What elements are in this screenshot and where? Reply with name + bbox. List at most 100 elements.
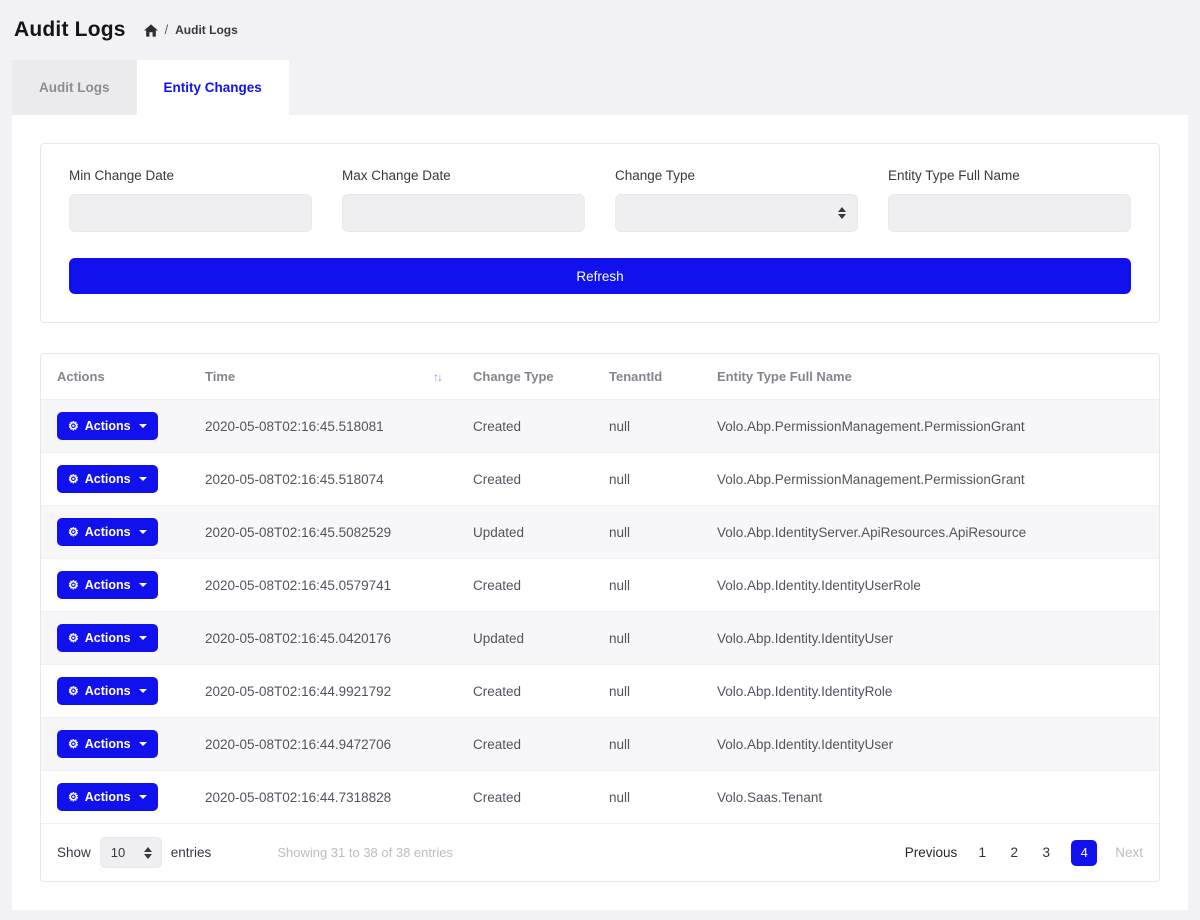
entity-changes-panel: Min Change Date Max Change Date Change T… xyxy=(12,115,1188,910)
caret-down-icon xyxy=(139,795,147,799)
entity-type-input[interactable] xyxy=(888,194,1131,232)
cell-change-type: Created xyxy=(457,771,593,824)
actions-button-label: Actions xyxy=(85,684,131,698)
table-row: ⚙Actions 2020-05-08T02:16:45.0420176 Upd… xyxy=(41,612,1159,665)
page-size-value: 10 xyxy=(111,845,125,860)
table-row: ⚙Actions 2020-05-08T02:16:45.518074 Crea… xyxy=(41,453,1159,506)
caret-down-icon xyxy=(139,477,147,481)
cell-time: 2020-05-08T02:16:45.0579741 xyxy=(189,559,457,612)
caret-down-icon xyxy=(139,689,147,693)
home-icon[interactable] xyxy=(144,24,158,37)
actions-button-label: Actions xyxy=(85,419,131,433)
cell-change-type: Updated xyxy=(457,612,593,665)
cell-time: 2020-05-08T02:16:45.5082529 xyxy=(189,506,457,559)
breadcrumb-current: Audit Logs xyxy=(175,23,238,37)
entity-changes-table-card: Actions Time ↑↓ Change Type TenantId Ent… xyxy=(40,353,1160,882)
cell-entity-type: Volo.Abp.PermissionManagement.Permission… xyxy=(701,400,1159,453)
actions-button-label: Actions xyxy=(85,525,131,539)
min-change-date-input[interactable] xyxy=(69,194,312,232)
show-label: Show xyxy=(57,845,91,860)
column-header-actions: Actions xyxy=(41,354,189,400)
max-change-date-input[interactable] xyxy=(342,194,585,232)
column-header-time-label: Time xyxy=(205,369,235,384)
change-type-select[interactable] xyxy=(615,194,858,232)
pagination-page-4[interactable]: 4 xyxy=(1071,840,1097,866)
cell-tenant-id: null xyxy=(593,771,701,824)
column-header-entity-type: Entity Type Full Name xyxy=(701,354,1159,400)
cell-time: 2020-05-08T02:16:45.518074 xyxy=(189,453,457,506)
cell-tenant-id: null xyxy=(593,612,701,665)
actions-dropdown-button[interactable]: ⚙ Actions xyxy=(57,412,158,440)
actions-dropdown-button[interactable]: ⚙Actions xyxy=(57,677,158,705)
column-header-change-type: Change Type xyxy=(457,354,593,400)
cell-change-type: Created xyxy=(457,665,593,718)
page-size-select[interactable]: 10 xyxy=(100,837,162,868)
select-arrows-icon xyxy=(144,847,152,859)
cell-change-type: Created xyxy=(457,718,593,771)
cell-tenant-id: null xyxy=(593,453,701,506)
column-header-time[interactable]: Time ↑↓ xyxy=(189,354,457,400)
tab-audit-logs[interactable]: Audit Logs xyxy=(12,60,137,115)
tab-entity-changes[interactable]: Entity Changes xyxy=(137,60,289,115)
caret-down-icon xyxy=(139,583,147,587)
page-title: Audit Logs xyxy=(14,18,126,42)
gear-icon: ⚙ xyxy=(68,420,79,432)
cell-entity-type: Volo.Saas.Tenant xyxy=(701,771,1159,824)
table-row: ⚙ Actions 2020-05-08T02:16:44.9472706 Cre… xyxy=(41,718,1159,771)
caret-down-icon xyxy=(139,424,147,428)
actions-button-label: Actions xyxy=(85,631,131,645)
cell-tenant-id: null xyxy=(593,665,701,718)
entity-type-label: Entity Type Full Name xyxy=(888,168,1131,183)
cell-time: 2020-05-08T02:16:44.7318828 xyxy=(189,771,457,824)
pagination-page-3[interactable]: 3 xyxy=(1039,845,1053,860)
actions-dropdown-button[interactable]: ⚙Actions xyxy=(57,518,158,546)
actions-button-label: Actions xyxy=(85,472,131,486)
table-row: ⚙Actions 2020-05-08T02:16:44.7318828 Cre… xyxy=(41,771,1159,824)
gear-icon: ⚙ xyxy=(68,738,79,750)
cell-change-type: Created xyxy=(457,559,593,612)
cell-time: 2020-05-08T02:16:45.0420176 xyxy=(189,612,457,665)
cell-entity-type: Volo.Abp.Identity.IdentityUser xyxy=(701,718,1159,771)
cell-time: 2020-05-08T02:16:44.9472706 xyxy=(189,718,457,771)
cell-change-type: Updated xyxy=(457,506,593,559)
change-type-label: Change Type xyxy=(615,168,858,183)
cell-tenant-id: null xyxy=(593,400,701,453)
caret-down-icon xyxy=(139,530,147,534)
refresh-button[interactable]: Refresh xyxy=(69,258,1131,294)
actions-dropdown-button[interactable]: ⚙Actions xyxy=(57,783,158,811)
breadcrumb: / Audit Logs xyxy=(144,23,238,37)
gear-icon: ⚙ xyxy=(68,791,79,803)
cell-tenant-id: null xyxy=(593,718,701,771)
pagination-next[interactable]: Next xyxy=(1115,845,1143,860)
cell-tenant-id: null xyxy=(593,559,701,612)
actions-button-label: Actions xyxy=(85,578,131,592)
page-header: Audit Logs / Audit Logs xyxy=(0,0,1200,56)
pagination: Previous 1 2 3 4 Next xyxy=(905,840,1143,866)
pagination-page-2[interactable]: 2 xyxy=(1007,845,1021,860)
cell-entity-type: Volo.Abp.Identity.IdentityUserRole xyxy=(701,559,1159,612)
table-row: ⚙Actions 2020-05-08T02:16:45.5082529 Upd… xyxy=(41,506,1159,559)
sort-icon[interactable]: ↑↓ xyxy=(433,370,441,384)
cell-time: 2020-05-08T02:16:44.9921792 xyxy=(189,665,457,718)
cell-change-type: Created xyxy=(457,453,593,506)
table-row: ⚙Actions 2020-05-08T02:16:45.0579741 Cre… xyxy=(41,559,1159,612)
actions-dropdown-button[interactable]: ⚙Actions xyxy=(57,571,158,599)
caret-down-icon xyxy=(139,636,147,640)
entries-label: entries xyxy=(171,845,212,860)
actions-dropdown-button[interactable]: ⚙Actions xyxy=(57,465,158,493)
column-header-tenant-id: TenantId xyxy=(593,354,701,400)
pagination-previous[interactable]: Previous xyxy=(905,845,958,860)
actions-button-label: Actions xyxy=(85,737,131,751)
actions-dropdown-button[interactable]: ⚙ Actions xyxy=(57,730,158,758)
table-row: ⚙Actions 2020-05-08T02:16:44.9921792 Cre… xyxy=(41,665,1159,718)
cell-time: 2020-05-08T02:16:45.518081 xyxy=(189,400,457,453)
breadcrumb-separator: / xyxy=(165,23,168,37)
min-change-date-label: Min Change Date xyxy=(69,168,312,183)
cell-entity-type: Volo.Abp.IdentityServer.ApiResources.Api… xyxy=(701,506,1159,559)
pagination-page-1[interactable]: 1 xyxy=(975,845,989,860)
max-change-date-label: Max Change Date xyxy=(342,168,585,183)
cell-change-type: Created xyxy=(457,400,593,453)
caret-down-icon xyxy=(139,742,147,746)
cell-entity-type: Volo.Abp.PermissionManagement.Permission… xyxy=(701,453,1159,506)
actions-dropdown-button[interactable]: ⚙Actions xyxy=(57,624,158,652)
